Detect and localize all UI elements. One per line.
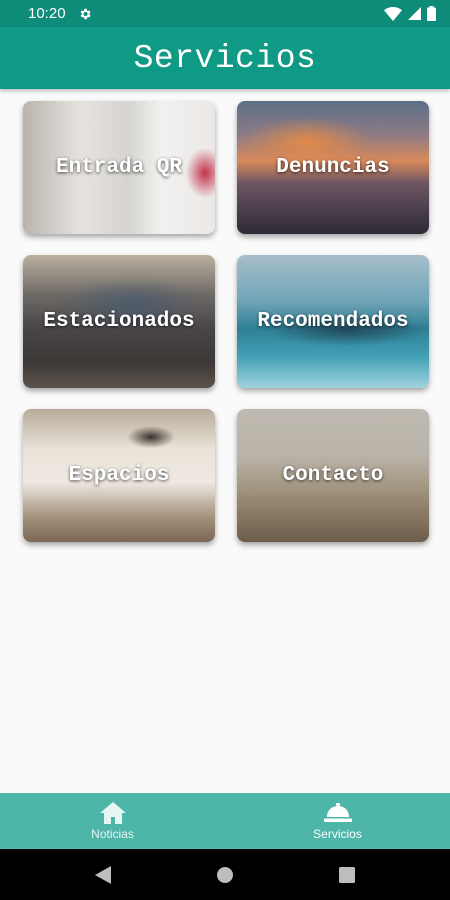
- card-label: Espacios: [68, 464, 170, 487]
- app-bar: Servicios: [0, 27, 450, 89]
- card-label: Estacionados: [43, 310, 195, 333]
- card-label: Denuncias: [276, 156, 390, 179]
- card-label: Entrada QR: [55, 156, 183, 179]
- card-recomendados[interactable]: Recomendados: [237, 255, 429, 388]
- home-icon: [99, 801, 126, 824]
- services-grid: Entrada QR Denuncias Estacionados Recome…: [23, 101, 429, 542]
- card-label: Recomendados: [257, 310, 409, 333]
- wifi-icon: [384, 6, 402, 21]
- service-bell-icon: [323, 802, 352, 822]
- back-button[interactable]: [91, 863, 115, 887]
- nav-item-servicios[interactable]: Servicios: [225, 793, 450, 849]
- status-bar: 10:20: [0, 0, 450, 27]
- back-triangle-icon: [95, 865, 111, 884]
- settings-gear-icon: [80, 8, 91, 19]
- recents-button[interactable]: [335, 863, 359, 887]
- page-title: Servicios: [133, 39, 317, 77]
- status-time: 10:20: [28, 5, 66, 22]
- card-label: Contacto: [282, 464, 384, 487]
- card-estacionados[interactable]: Estacionados: [23, 255, 215, 388]
- nav-label: Servicios: [313, 826, 362, 841]
- nav-label: Noticias: [91, 826, 134, 841]
- nav-item-noticias[interactable]: Noticias: [0, 793, 225, 849]
- home-button[interactable]: [213, 863, 237, 887]
- card-entrada-qr[interactable]: Entrada QR: [23, 101, 215, 234]
- battery-icon: [427, 6, 436, 21]
- bottom-navigation: Noticias Servicios: [0, 793, 450, 849]
- system-navigation-bar: [0, 849, 450, 900]
- card-espacios[interactable]: Espacios: [23, 409, 215, 542]
- home-circle-icon: [217, 866, 233, 883]
- recents-square-icon: [339, 866, 355, 883]
- cell-signal-icon: [408, 7, 421, 20]
- card-denuncias[interactable]: Denuncias: [237, 101, 429, 234]
- card-contacto[interactable]: Contacto: [237, 409, 429, 542]
